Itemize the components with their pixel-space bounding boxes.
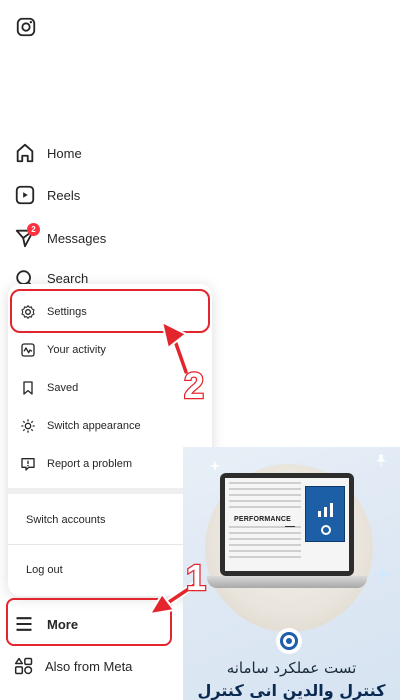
sparkle-icon <box>209 460 221 472</box>
laptop-image: PERFORMANCE <box>220 473 354 576</box>
messages-badge: 2 <box>27 223 40 236</box>
nav-reels[interactable]: Reels <box>14 180 80 210</box>
activity-icon <box>21 343 35 357</box>
meta-apps-icon <box>14 657 33 675</box>
pin-icon <box>376 454 386 467</box>
menu-item-saved[interactable]: Saved <box>20 376 78 400</box>
menu-item-your-activity[interactable]: Your activity <box>20 338 106 362</box>
report-icon <box>21 458 35 471</box>
menu-divider-thin <box>8 544 212 545</box>
home-icon <box>16 143 34 163</box>
nav-reels-label: Reels <box>47 187 81 203</box>
nav-messages-label: Messages <box>47 230 107 246</box>
menu-switch-appearance-label: Switch appearance <box>47 420 141 432</box>
menu-report-problem-label: Report a problem <box>47 458 132 470</box>
nav-also-from-meta[interactable]: Also from Meta <box>14 651 132 681</box>
ad-banner[interactable]: PERFORMANCE تست عملکرد سامانه کنترل والد… <box>183 447 400 700</box>
menu-item-log-out[interactable]: Log out <box>26 564 63 576</box>
ad-brand-logo <box>276 628 302 654</box>
nav-also-from-meta-label: Also from Meta <box>45 658 133 674</box>
ad-headline: تست عملکرد سامانه <box>226 659 357 677</box>
nav-messages[interactable]: 2 Messages <box>14 223 106 253</box>
more-highlight-box <box>6 598 172 646</box>
reels-icon <box>15 185 35 205</box>
ad-subheadline: کنترل والدین انی کنترل <box>197 681 386 700</box>
nav-home[interactable]: Home <box>14 138 82 168</box>
menu-item-switch-accounts[interactable]: Switch accounts <box>26 514 105 526</box>
nav-home-label: Home <box>47 145 82 161</box>
instagram-icon[interactable] <box>15 16 37 38</box>
menu-your-activity-label: Your activity <box>47 344 106 356</box>
menu-item-report-problem[interactable]: Report a problem <box>20 452 132 476</box>
saved-icon <box>23 381 33 395</box>
laptop-screen-label: PERFORMANCE <box>233 515 293 524</box>
menu-item-switch-appearance[interactable]: Switch appearance <box>20 414 141 438</box>
sparkle-icon <box>374 565 392 583</box>
laptop-base <box>207 576 367 588</box>
settings-highlight-box <box>10 289 210 333</box>
appearance-icon <box>21 419 35 433</box>
menu-divider <box>8 488 212 494</box>
menu-saved-label: Saved <box>47 382 79 394</box>
